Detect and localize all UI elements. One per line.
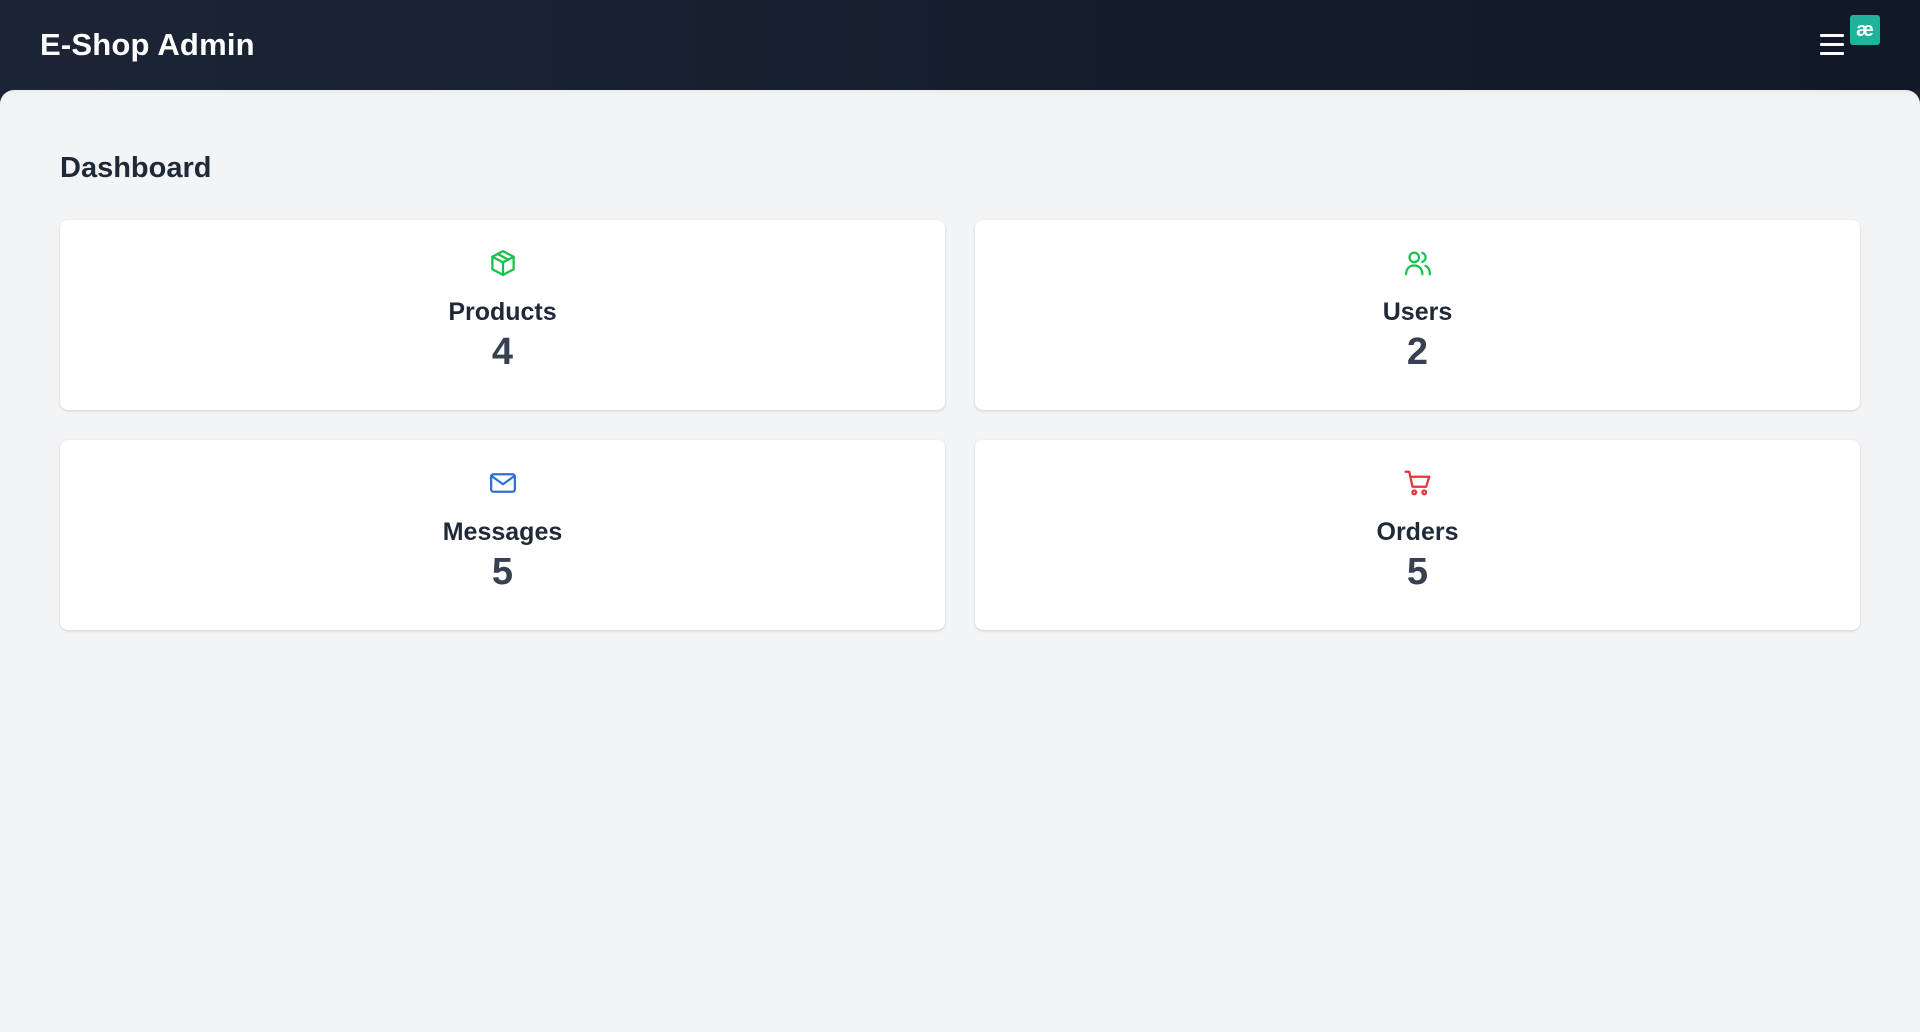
page-title: Dashboard xyxy=(60,152,212,184)
card-label: Orders xyxy=(1376,518,1459,546)
card-label: Messages xyxy=(442,518,563,546)
card-count: 5 xyxy=(1406,551,1429,593)
extension-badge-icon[interactable]: æ xyxy=(1850,15,1880,45)
menu-bar-line xyxy=(1820,33,1844,37)
top-navigation-bar: E-Shop Admin æ xyxy=(0,0,1920,90)
header-actions: æ xyxy=(1820,15,1880,75)
users-icon xyxy=(1404,251,1431,276)
package-icon xyxy=(490,250,515,276)
orders-card[interactable]: Orders 5 xyxy=(975,440,1860,630)
shopping-cart-icon xyxy=(1403,470,1430,496)
users-card[interactable]: Users 2 xyxy=(975,220,1860,410)
app-title[interactable]: E-Shop Admin xyxy=(40,27,255,63)
menu-bar-line xyxy=(1820,51,1844,55)
hamburger-menu-icon[interactable] xyxy=(1820,29,1848,59)
products-card[interactable]: Products 4 xyxy=(60,220,945,410)
mail-icon xyxy=(489,473,516,493)
card-label: Users xyxy=(1382,298,1453,326)
card-count: 4 xyxy=(491,331,514,373)
messages-card[interactable]: Messages 5 xyxy=(60,440,945,630)
card-count: 5 xyxy=(491,551,514,593)
card-count: 2 xyxy=(1406,331,1429,373)
dashboard-card-grid: Products 4 Users 2 Messages 5 Orders 5 xyxy=(60,220,1860,630)
menu-bar-line xyxy=(1820,42,1844,46)
main-content: Dashboard Products 4 Users 2 Messages 5 … xyxy=(0,90,1920,1032)
card-label: Products xyxy=(448,298,557,326)
